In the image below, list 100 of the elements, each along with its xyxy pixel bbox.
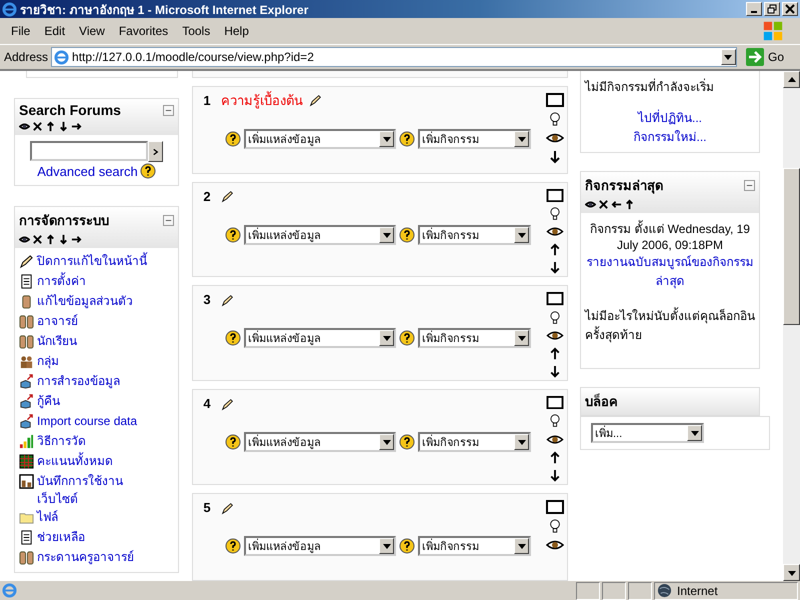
add-resource-select[interactable]: เพิ่มแหล่งข้อมูล xyxy=(244,536,396,556)
add-block-select[interactable]: เพิ่ม... xyxy=(591,423,704,443)
nothing-new-text: ไม่มีอะไรใหม่นับตั้งแต่คุณล็อกอินครั้งสุดท้าย xyxy=(585,306,755,344)
admin-menu-link[interactable]: การตั้งค่า xyxy=(37,272,86,290)
menu-item[interactable]: View xyxy=(72,22,112,40)
pencil-icon[interactable] xyxy=(221,398,234,411)
right-arrow-icon[interactable] xyxy=(71,121,82,132)
section-title: ความรู้เบื้องต้น xyxy=(221,90,303,110)
menu-item[interactable]: Help xyxy=(217,22,256,40)
help-icon[interactable] xyxy=(140,163,156,179)
scroll-thumb[interactable] xyxy=(783,168,800,325)
pencil-icon[interactable] xyxy=(221,502,234,515)
section-number: 5 xyxy=(202,499,212,518)
scroll-up-button[interactable] xyxy=(783,71,800,88)
up-arrow-icon[interactable] xyxy=(45,234,56,245)
admin-menu-link[interactable]: กู้คืน xyxy=(37,392,60,410)
section-number: 3 xyxy=(202,291,212,310)
pencil-icon[interactable] xyxy=(221,294,234,307)
advanced-search-link[interactable]: Advanced search xyxy=(37,164,138,178)
bar-chart-icon xyxy=(19,434,34,449)
help-icon[interactable] xyxy=(225,130,241,147)
delete-icon[interactable] xyxy=(32,234,43,245)
calendar-link[interactable]: กิจกรรมใหม่... xyxy=(585,127,755,146)
pencil-icon[interactable] xyxy=(309,94,322,108)
pencil-icon[interactable] xyxy=(221,190,234,204)
page-icon xyxy=(2,583,17,598)
block-title: การจัดการระบบ xyxy=(19,212,109,230)
help-icon[interactable] xyxy=(399,130,415,147)
admin-menu-link[interactable]: วิธีการวัด xyxy=(37,432,86,450)
up-arrow-icon[interactable] xyxy=(624,199,635,210)
up-arrow-icon[interactable] xyxy=(45,121,56,132)
search-button[interactable] xyxy=(148,141,163,162)
admin-menu-link[interactable]: กระดานครูอาจารย์ xyxy=(37,548,134,566)
left-arrow-icon[interactable] xyxy=(611,199,622,210)
caret-icon xyxy=(382,230,390,239)
caret-icon xyxy=(382,438,390,446)
help-icon[interactable] xyxy=(399,226,415,243)
admin-menu-link[interactable]: ปิดการแก้ไขในหน้านี้ xyxy=(37,252,147,270)
square-icon[interactable] xyxy=(546,92,564,107)
add-activity-select[interactable]: เพิ่มกิจกรรม xyxy=(418,128,531,149)
collapse-icon[interactable] xyxy=(744,180,755,191)
eye-icon[interactable] xyxy=(585,199,596,210)
go-button[interactable]: Go xyxy=(740,48,796,66)
add-resource-select[interactable]: เพิ่มแหล่งข้อมูล xyxy=(244,328,396,348)
address-field[interactable]: http://127.0.0.1/moodle/course/view.php?id=2 xyxy=(51,47,737,67)
help-icon[interactable] xyxy=(225,538,241,554)
scroll-down-button[interactable] xyxy=(783,564,800,581)
help-icon[interactable] xyxy=(399,538,415,554)
square-icon[interactable] xyxy=(546,396,564,410)
add-resource-select[interactable]: เพิ่มแหล่งข้อมูล xyxy=(244,128,396,149)
add-activity-select[interactable]: เพิ่มกิจกรรม xyxy=(418,432,531,452)
admin-menu-link[interactable]: Import course data xyxy=(37,412,138,430)
admin-menu-link[interactable]: นักเรียน xyxy=(37,332,77,350)
delete-icon[interactable] xyxy=(598,199,609,210)
search-field[interactable] xyxy=(30,141,148,161)
full-report-link[interactable]: รายงานฉบับสมบูรณ์ของกิจกรรมล่าสุด xyxy=(585,252,755,290)
menu-item[interactable]: Favorites xyxy=(112,22,176,40)
help-icon[interactable] xyxy=(225,434,241,450)
eye-icon[interactable] xyxy=(19,121,30,132)
restore-button[interactable] xyxy=(764,2,780,16)
help-icon[interactable] xyxy=(225,226,241,243)
minimize-button[interactable] xyxy=(746,2,762,16)
help-icon[interactable] xyxy=(399,434,415,450)
down-arrow-icon[interactable] xyxy=(58,234,69,245)
add-activity-select[interactable]: เพิ่มกิจกรรม xyxy=(418,224,531,245)
help-icon[interactable] xyxy=(225,330,241,346)
add-activity-select[interactable]: เพิ่มกิจกรรม xyxy=(418,328,531,348)
admin-menu-link[interactable]: ช่วยเหลือ xyxy=(37,528,85,546)
admin-menu-link[interactable]: การสำรองข้อมูล xyxy=(37,372,120,390)
eye-icon[interactable] xyxy=(546,328,564,342)
add-resource-select[interactable]: เพิ่มแหล่งข้อมูล xyxy=(244,224,396,245)
help-icon[interactable] xyxy=(399,330,415,346)
table-icon xyxy=(19,454,34,469)
delete-icon[interactable] xyxy=(32,121,43,132)
collapse-icon[interactable] xyxy=(163,215,174,226)
up-caret-icon xyxy=(788,76,796,84)
eye-icon[interactable] xyxy=(19,234,30,245)
square-icon[interactable] xyxy=(546,188,564,202)
calendar-link[interactable]: ไปที่ปฏิทิน... xyxy=(585,108,755,127)
eye-icon[interactable] xyxy=(546,225,564,238)
admin-menu-link[interactable]: อาจารย์ xyxy=(37,312,78,330)
admin-menu-link[interactable]: กลุ่ม xyxy=(37,352,59,370)
right-arrow-icon[interactable] xyxy=(71,234,82,245)
down-arrow-icon[interactable] xyxy=(58,121,69,132)
admin-menu-link[interactable]: คะแนนทั้งหมด xyxy=(37,452,113,470)
vertical-scrollbar[interactable] xyxy=(783,71,800,581)
square-icon[interactable] xyxy=(546,500,564,514)
admin-menu-link[interactable]: บันทึกการใช้งานเว็บไซต์ xyxy=(37,472,159,508)
menu-item[interactable]: Tools xyxy=(175,22,218,40)
square-icon[interactable] xyxy=(546,292,564,306)
admin-menu-link[interactable]: ไฟล์ xyxy=(37,508,58,526)
close-button[interactable] xyxy=(782,2,798,16)
eye-icon[interactable] xyxy=(546,130,564,145)
collapse-icon[interactable] xyxy=(163,104,174,116)
admin-menu-link[interactable]: แก้ไขข้อมูลส่วนตัว xyxy=(37,292,133,310)
add-activity-select[interactable]: เพิ่มกิจกรรม xyxy=(418,536,531,556)
menu-item[interactable]: Edit xyxy=(37,22,72,40)
eye-icon[interactable] xyxy=(546,432,564,446)
menu-item[interactable]: File xyxy=(4,22,38,40)
add-resource-select[interactable]: เพิ่มแหล่งข้อมูล xyxy=(244,432,396,452)
